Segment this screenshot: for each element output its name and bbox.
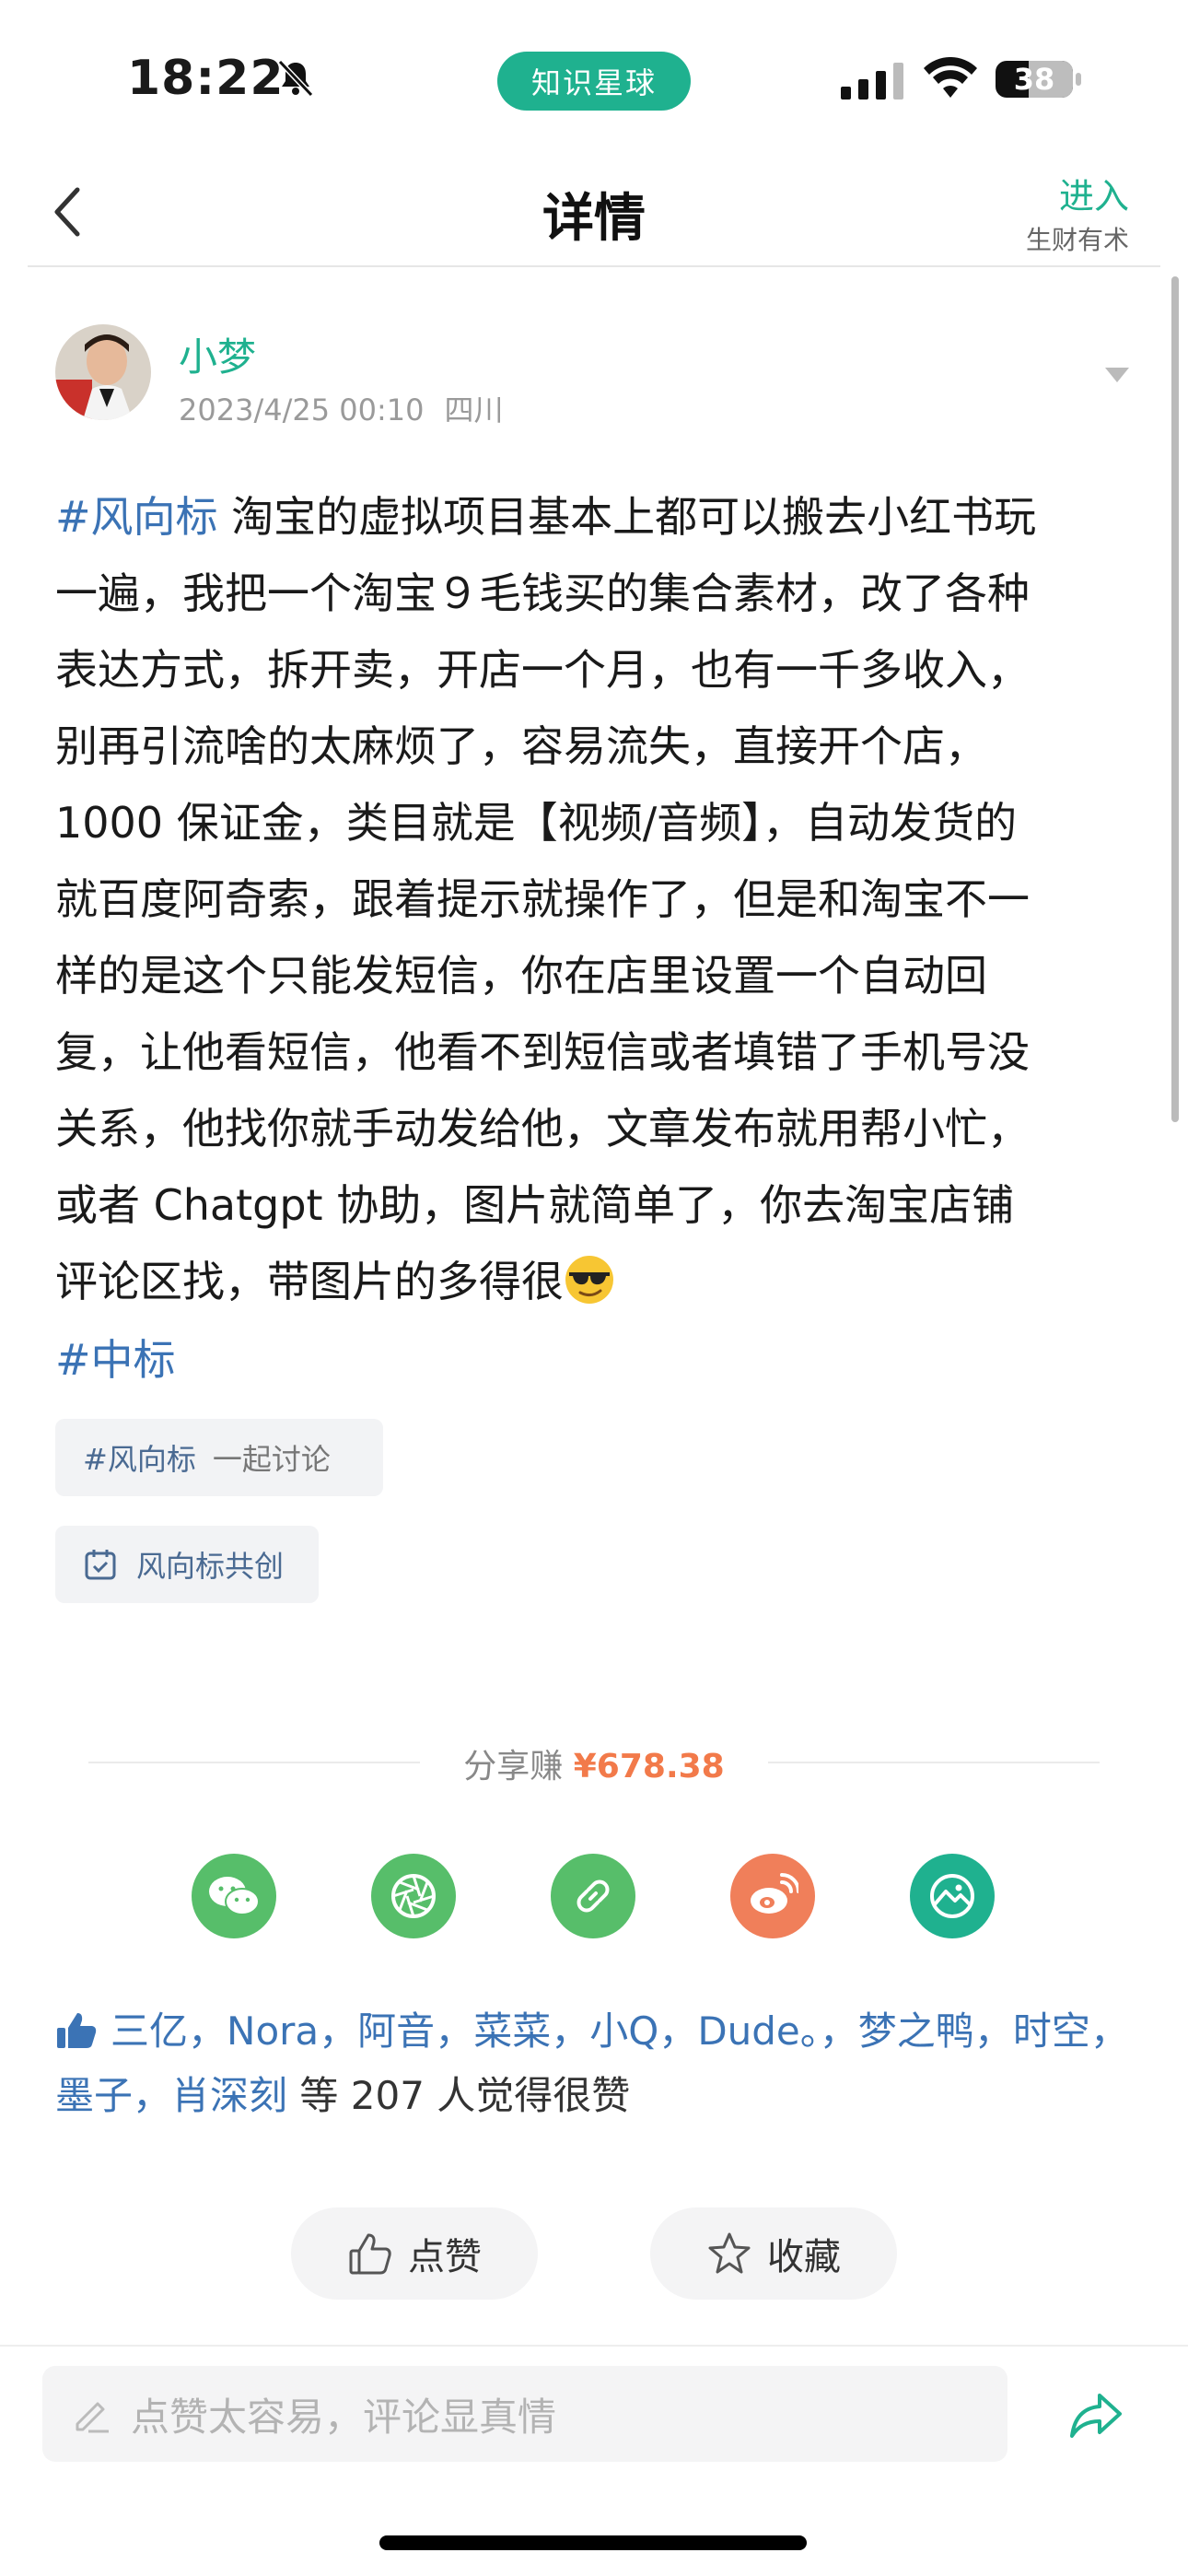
- page-title: 详情: [542, 189, 646, 249]
- hashtag-chip[interactable]: #风向标 一起讨论: [55, 1419, 383, 1496]
- liker-name[interactable]: 小Q: [589, 2008, 658, 2054]
- bell-muted-icon: [277, 59, 314, 98]
- battery-level: 38: [1013, 62, 1055, 97]
- pencil-icon: [76, 2402, 109, 2433]
- liker-name[interactable]: 三亿: [111, 2008, 188, 2054]
- post-meta: 2023/4/25 00:10 四川: [179, 387, 503, 429]
- body-line: 一遍，我把一个淘宝９毛钱买的集合素材，改了各种: [55, 568, 1030, 618]
- favorite-label: 收藏: [767, 2236, 841, 2278]
- weibo-icon[interactable]: [730, 1854, 815, 1938]
- liker-name[interactable]: 时空: [1013, 2008, 1090, 2054]
- battery-icon: 38: [995, 59, 1083, 100]
- hashtag-link[interactable]: #中标: [55, 1327, 176, 1388]
- body-line: 评论区找，带图片的多得很: [55, 1244, 1142, 1320]
- body-line: #风向标 淘宝的虚拟项目基本上都可以搬去小红书玩: [55, 492, 1037, 542]
- hashtag-link[interactable]: #风向标: [55, 492, 218, 542]
- post-date: 2023/4/25 00:10: [179, 392, 425, 427]
- liker-name[interactable]: 墨子: [55, 2073, 133, 2118]
- moments-icon[interactable]: [371, 1854, 456, 1938]
- nav-divider: [28, 265, 1160, 267]
- body-line: 1000 保证金，类目就是【视频/音频】，自动发货的: [55, 798, 1018, 848]
- link-icon[interactable]: [551, 1854, 635, 1938]
- liker-name[interactable]: 梦之鸭: [858, 2008, 974, 2054]
- like-button[interactable]: 点赞: [291, 2207, 538, 2300]
- body-line: 关系，他找你就手动发给他，文章发布就用帮小忙，: [55, 1104, 1030, 1153]
- post-body: #风向标 淘宝的虚拟项目基本上都可以搬去小红书玩 一遍，我把一个淘宝９毛钱买的集…: [55, 479, 1142, 1320]
- group-name: 生财有术: [1025, 225, 1129, 255]
- author-name[interactable]: 小梦: [179, 326, 256, 382]
- chip-sub: 一起讨论: [212, 1442, 331, 1477]
- share-row: [0, 1854, 1188, 1938]
- body-line: 或者 Chatgpt 协助，图片就简单了，你去淘宝店铺: [55, 1180, 1015, 1230]
- status-bar: 18:22 知识星球 38: [0, 0, 1188, 157]
- enter-label: 进入: [1058, 176, 1129, 217]
- more-dropdown-icon[interactable]: [1103, 365, 1131, 385]
- post-location: 四川: [444, 392, 504, 427]
- enter-group-button[interactable]: 进入 生财有术: [1026, 168, 1129, 257]
- earn-label: 分享赚: [463, 1748, 564, 1786]
- thumbs-up-filled-icon: [57, 2013, 97, 2048]
- favorite-button[interactable]: 收藏: [650, 2207, 897, 2300]
- app-pill[interactable]: 知识星球: [497, 52, 691, 111]
- body-line: 样的是这个只能发短信，你在店里设置一个自动回: [55, 951, 987, 1001]
- status-time: 18:22: [127, 51, 285, 106]
- thumbs-up-icon: [349, 2233, 391, 2275]
- liker-name[interactable]: 菜菜: [473, 2008, 551, 2054]
- calendar-check-icon: [85, 1550, 116, 1580]
- divider: [0, 2345, 1188, 2347]
- wechat-icon[interactable]: [192, 1854, 276, 1938]
- body-line: 别再引流啥的太麻烦了，容易流失，直接开个店，: [55, 721, 987, 771]
- cocreate-chip[interactable]: 风向标共创: [55, 1526, 319, 1603]
- earn-amount: ¥678.38: [573, 1748, 725, 1786]
- liker-name[interactable]: Nora: [227, 2008, 319, 2054]
- scrollbar[interactable]: [1171, 276, 1179, 1122]
- liker-name[interactable]: 肖深刻: [171, 2073, 287, 2118]
- body-line: 就百度阿奇索，跟着提示就操作了，但是和淘宝不一: [55, 874, 1030, 924]
- image-icon[interactable]: [910, 1854, 995, 1938]
- liker-name[interactable]: 阿音: [357, 2008, 435, 2054]
- likes-summary: 等 207 人觉得很赞: [287, 2073, 631, 2118]
- chip-tag: #风向标: [83, 1442, 196, 1477]
- nav-bar: 详情 进入 生财有术: [0, 157, 1188, 267]
- body-line: 复，让他看短信，他看不到短信或者填错了手机号没: [55, 1027, 1030, 1077]
- likes-list: 三亿，Nora，阿音，菜菜，小Q，Dude。，梦之鸭，时空，墨子，肖深刻 等 2…: [55, 2008, 1129, 2118]
- home-indicator: [379, 2535, 807, 2550]
- share-earn: 分享赚 ¥678.38: [0, 1739, 1188, 1787]
- signal-icon: [841, 63, 903, 100]
- star-icon: [708, 2232, 751, 2274]
- body-line: 表达方式，拆开卖，开店一个月，也有一千多收入，: [55, 645, 1030, 695]
- comment-input[interactable]: 点赞太容易，评论显真情: [42, 2366, 1007, 2462]
- comment-placeholder: 点赞太容易，评论显真情: [131, 2394, 557, 2440]
- share-arrow-icon[interactable]: [1068, 2390, 1124, 2441]
- avatar[interactable]: [55, 324, 151, 420]
- liker-name[interactable]: Dude。: [697, 2008, 819, 2054]
- chip-label: 风向标共创: [136, 1549, 285, 1584]
- like-label: 点赞: [408, 2236, 482, 2278]
- sunglasses-emoji-icon: [565, 1256, 613, 1304]
- wifi-icon: [924, 57, 977, 98]
